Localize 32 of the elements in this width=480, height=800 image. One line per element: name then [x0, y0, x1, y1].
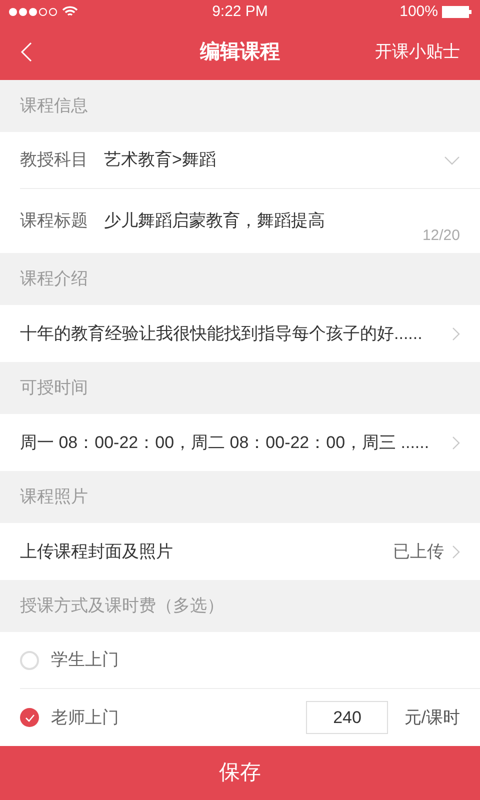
price-field[interactable]: 240: [306, 701, 388, 734]
chevron-right-icon[interactable]: [452, 544, 460, 558]
subject-value: 艺术教育>舞蹈: [104, 149, 217, 172]
battery-percent: 100%: [400, 2, 438, 22]
field-label: 教授科目: [20, 149, 88, 172]
checkbox[interactable]: [20, 650, 39, 670]
checked-checkbox[interactable]: [20, 708, 39, 727]
wifi-icon: [62, 6, 78, 18]
row-text[interactable]: 上传课程封面及照片: [20, 538, 385, 564]
signal-icon: [8, 7, 58, 17]
section-header: 课程信息: [20, 95, 88, 118]
character-counter: 12/20: [422, 226, 460, 246]
price-unit: 元/课时: [404, 706, 460, 729]
section-header: 授课方式及课时费（多选）: [20, 595, 224, 618]
check-icon: [24, 714, 34, 722]
tips-link[interactable]: 开课小贴士: [375, 39, 460, 65]
status-time: 9:22 PM: [212, 2, 268, 22]
page-title: 编辑课程: [200, 40, 280, 65]
chevron-right-icon[interactable]: [452, 326, 460, 340]
option-label: 学生上门: [51, 649, 120, 672]
back-icon[interactable]: [20, 42, 32, 62]
title-field[interactable]: 少儿舞蹈启蒙教育，舞蹈提高: [104, 208, 325, 234]
field-label: 课程标题: [20, 210, 88, 232]
section-header: 可授时间: [20, 377, 88, 400]
upload-status: 已上传: [393, 540, 444, 563]
save-button[interactable]: 保存: [0, 746, 480, 800]
section-header: 课程介绍: [20, 268, 88, 290]
dropdown-caret-icon[interactable]: [444, 156, 460, 164]
battery-icon: [442, 6, 472, 18]
option-label: 老师上门: [51, 706, 120, 729]
chevron-right-icon[interactable]: [452, 436, 460, 450]
section-header: 课程照片: [20, 486, 88, 508]
